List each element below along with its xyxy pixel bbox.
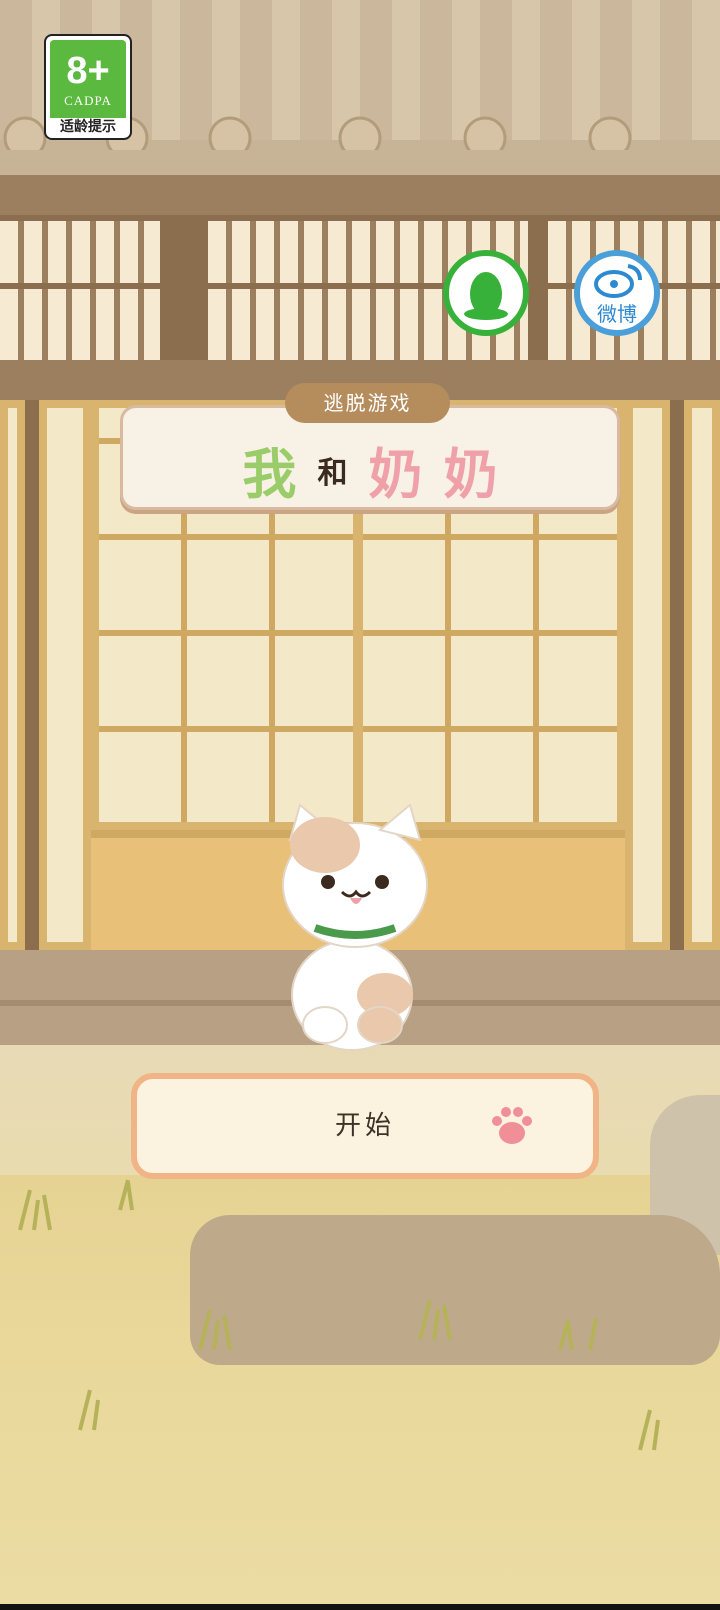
cat-icon[interactable]	[270, 800, 440, 1055]
title-char: 奶	[368, 443, 423, 506]
shoji-door	[0, 400, 25, 950]
shoji-door	[625, 400, 670, 950]
shoji-door	[39, 400, 91, 950]
wood-post	[670, 400, 684, 960]
grass-tufts	[18, 1179, 660, 1451]
qq-penguin-icon	[464, 272, 508, 320]
game-scene: 8+ CADPA 适龄提示 微博 我 和 奶 奶 逃脱游戏 开始	[0, 0, 720, 1610]
wood-post	[25, 400, 39, 960]
start-button[interactable]: 开始	[131, 1073, 599, 1179]
title-char: 和	[317, 455, 348, 491]
age-hint-label: 适龄提示	[60, 119, 116, 135]
top-beam	[0, 175, 720, 215]
age-rating-badge: 8+ CADPA 适龄提示	[44, 34, 132, 140]
weibo-share-button[interactable]: 微博	[574, 250, 660, 336]
bottom-edge	[0, 1604, 720, 1610]
title-char: 奶	[443, 443, 498, 506]
weibo-label: 微博	[597, 302, 637, 326]
weibo-icon	[594, 264, 642, 298]
rating-org: CADPA	[64, 93, 112, 108]
qq-share-button[interactable]	[443, 250, 529, 336]
lattice-window	[0, 215, 160, 371]
title-char: 我	[242, 443, 297, 506]
wood-post	[528, 215, 548, 365]
genre-tag: 逃脱游戏	[285, 383, 450, 423]
age-rating-value: 8+	[66, 50, 110, 92]
shoji-door	[684, 400, 720, 950]
wood-post	[160, 215, 208, 365]
paw-icon	[492, 1107, 532, 1144]
